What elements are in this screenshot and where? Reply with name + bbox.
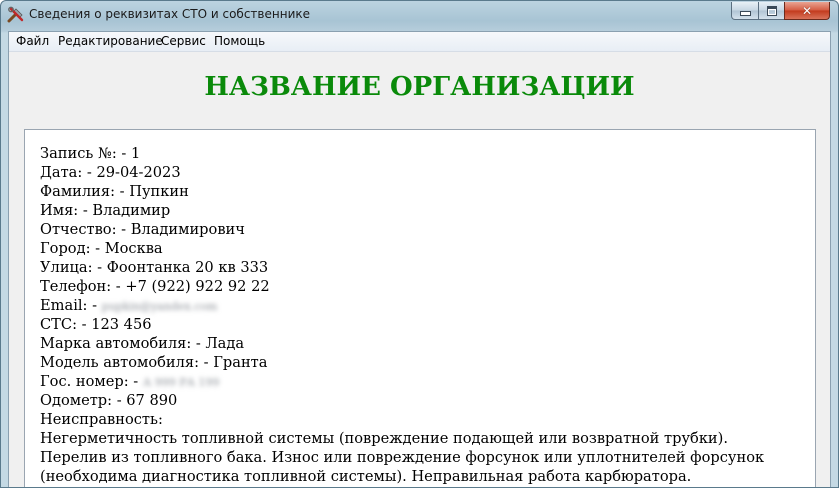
menu-help[interactable]: Помощь <box>211 34 268 48</box>
owner-email: Email: - pupkin@yandex.com <box>40 296 780 315</box>
close-button[interactable]: ✕ <box>784 2 830 20</box>
owner-phone: Телефон: - +7 (922) 922 92 22 <box>40 278 270 295</box>
record-date: Дата: - 29-04-2023 <box>40 164 181 181</box>
minimize-icon <box>739 11 751 16</box>
organization-title: НАЗВАНИЕ ОРГАНИЗАЦИИ <box>204 72 635 102</box>
record-text-area[interactable]: Запись №: - 1 Дата: - 29-04-2023 Фамилия… <box>24 129 816 487</box>
owner-last-name: Фамилия: - Пупкин <box>40 183 189 200</box>
vehicle-plate: Гос. номер: - А 999 РА 199 <box>40 372 780 391</box>
client-area: Файл Редактирование Сервис Помощь НАЗВАН… <box>8 31 831 487</box>
email-value-redacted: pupkin@yandex.com <box>101 300 218 313</box>
maximize-icon <box>766 5 777 16</box>
record-number: Запись №: - 1 <box>40 145 141 162</box>
owner-first-name: Имя: - Владимир <box>40 202 171 219</box>
vehicle-model: Модель автомобиля: - Гранта <box>40 354 268 371</box>
email-label: Email: - <box>40 297 102 314</box>
menu-edit[interactable]: Редактирование <box>55 34 166 48</box>
record-content: Запись №: - 1 Дата: - 29-04-2023 Фамилия… <box>40 144 780 486</box>
plate-label: Гос. номер: - <box>40 373 143 390</box>
close-icon: ✕ <box>801 3 813 18</box>
menu-service[interactable]: Сервис <box>158 34 209 48</box>
owner-patronymic: Отчество: - Владимирович <box>40 221 245 238</box>
owner-street: Улица: - Фоонтанка 20 кв 333 <box>40 259 269 276</box>
fault-description: Негерметичность топливной системы (повре… <box>40 430 765 485</box>
menu-file[interactable]: Файл <box>13 34 52 48</box>
vehicle-sts: СТС: - 123 456 <box>40 316 152 333</box>
vehicle-odometer: Одометр: - 67 890 <box>40 392 178 409</box>
menu-bar: Файл Редактирование Сервис Помощь <box>9 32 830 52</box>
vehicle-brand: Марка автомобиля: - Лада <box>40 335 245 352</box>
title-bar[interactable]: Сведения о реквизитах СТО и собственнике… <box>1 1 838 31</box>
maximize-button[interactable] <box>758 2 785 20</box>
minimize-button[interactable] <box>731 2 759 20</box>
window-title: Сведения о реквизитах СТО и собственнике <box>29 7 310 21</box>
owner-city: Город: - Москва <box>40 240 163 257</box>
app-window: Сведения о реквизитах СТО и собственнике… <box>0 0 839 488</box>
plate-value-redacted: А 999 РА 199 <box>142 376 220 389</box>
fault-label: Неисправность: <box>40 411 163 428</box>
tools-icon[interactable] <box>7 6 25 24</box>
